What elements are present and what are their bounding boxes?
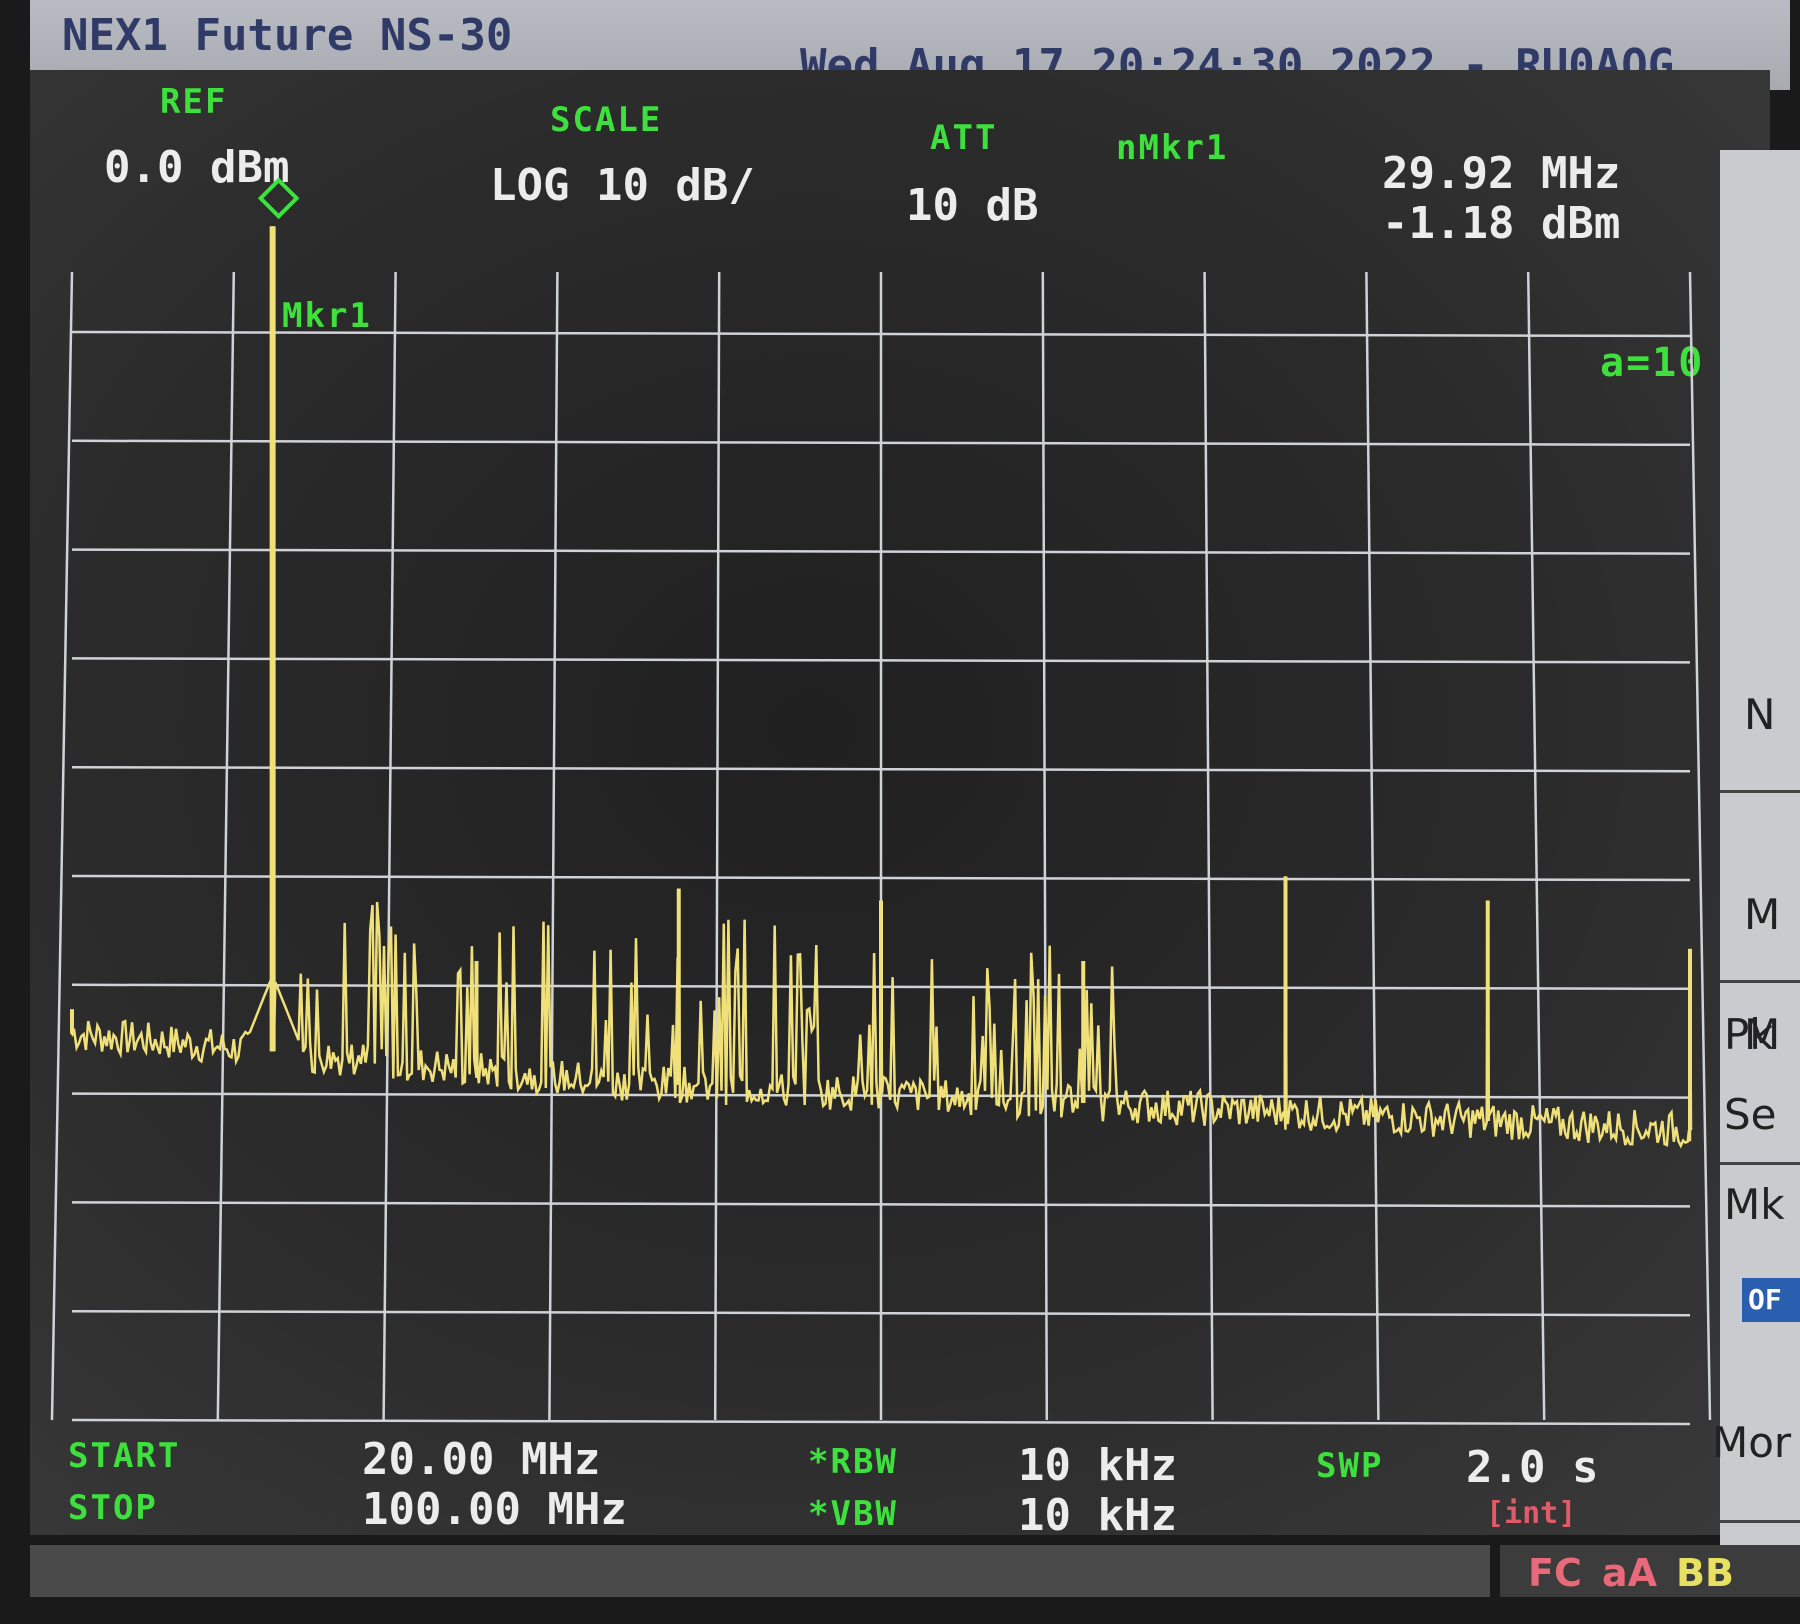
status-flags: FC aA BB <box>1500 1545 1800 1597</box>
vbw-value[interactable]: 10 kHz <box>1018 1490 1177 1541</box>
sweep-mode: [int] <box>1486 1496 1577 1531</box>
softkey-search[interactable]: Se <box>1724 1090 1777 1139</box>
status-flag-aa: aA <box>1602 1551 1658 1595</box>
status-flag-bb: BB <box>1676 1551 1734 1595</box>
grid-vline <box>713 271 721 1421</box>
marker-tag: Mkr1 <box>282 296 372 336</box>
rbw-label: *RBW <box>808 1442 898 1482</box>
softkey-separator <box>1720 980 1800 983</box>
marker-diamond-icon[interactable] <box>257 177 300 220</box>
softkey-separator <box>1720 790 1800 793</box>
softkey-separator <box>1720 1520 1800 1523</box>
rbw-value[interactable]: 10 kHz <box>1018 1440 1177 1491</box>
grid-vline <box>50 271 74 1421</box>
off-indicator[interactable]: OF <box>1742 1278 1800 1322</box>
grid-hline <box>71 1418 1691 1426</box>
status-bar <box>30 1545 1490 1597</box>
grid-vline <box>382 271 397 1421</box>
grid-vline <box>1688 271 1712 1421</box>
status-flag-fc: FC <box>1528 1551 1582 1595</box>
start-value[interactable]: 20.00 MHz <box>362 1434 600 1485</box>
sweep-label: SWP <box>1316 1446 1384 1486</box>
grid-vline <box>216 271 236 1421</box>
softkey-more[interactable]: Mor <box>1712 1418 1791 1467</box>
vbw-label: *VBW <box>808 1494 898 1534</box>
stop-value[interactable]: 100.00 MHz <box>362 1484 627 1535</box>
softkey-marker[interactable]: Mk <box>1724 1180 1785 1229</box>
softkey-panel: M N M Pk Se Mk OF Mor <box>1712 150 1800 1550</box>
spectrum-chart[interactable] <box>0 0 1800 1624</box>
grid-vline <box>548 271 559 1421</box>
stop-label: STOP <box>68 1488 158 1528</box>
graticule <box>50 271 1712 1426</box>
softkey-2[interactable]: N <box>1744 690 1775 739</box>
softkey-peak[interactable]: Pk <box>1724 1010 1774 1059</box>
softkey-separator <box>1720 1162 1800 1165</box>
softkey-1[interactable]: M <box>1744 890 1780 939</box>
sweep-value[interactable]: 2.0 s <box>1466 1442 1598 1493</box>
start-label: START <box>68 1436 181 1476</box>
